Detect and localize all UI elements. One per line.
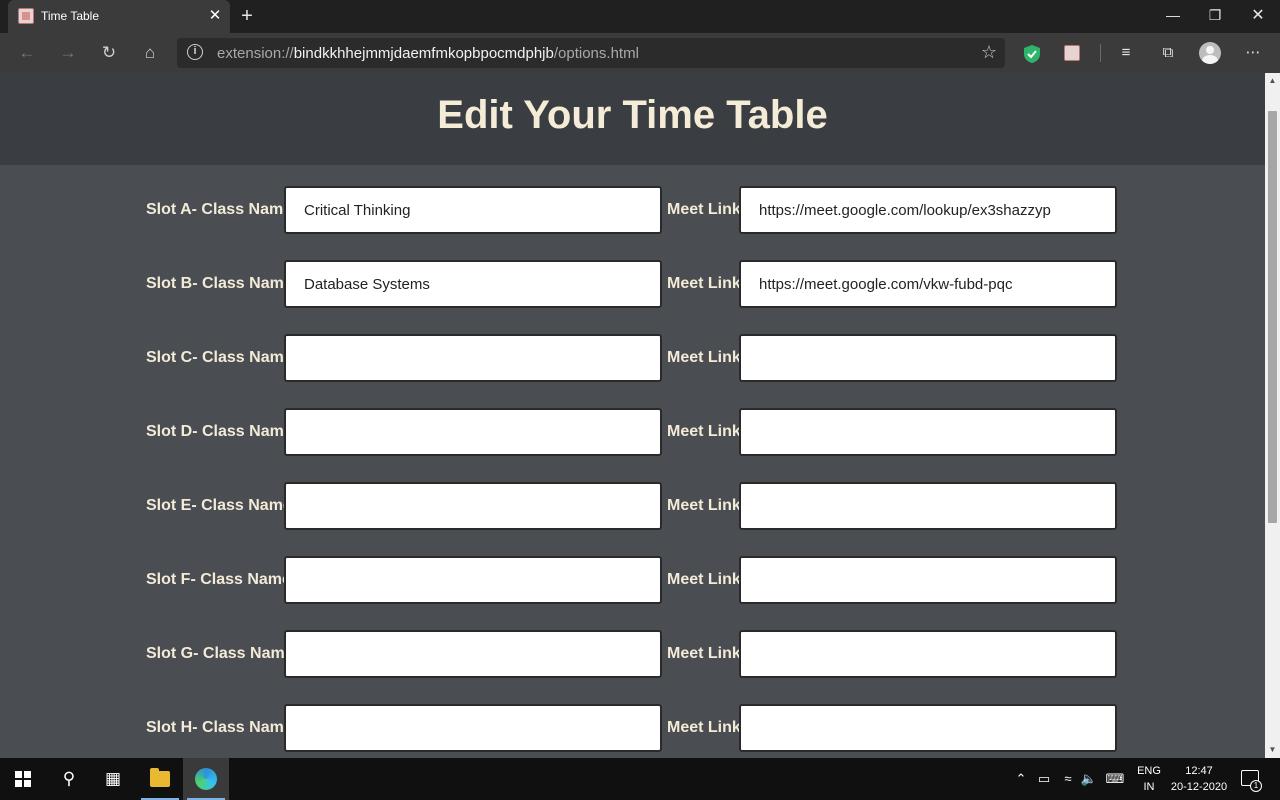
class-name-input-e[interactable] [284, 482, 662, 530]
meet-link-input-e[interactable] [739, 482, 1117, 530]
profile-avatar-icon[interactable] [1199, 42, 1221, 64]
wifi-icon[interactable]: ≈ [1058, 758, 1078, 800]
class-name-input-h[interactable] [284, 704, 662, 752]
input-language[interactable]: ENG IN [1136, 763, 1162, 795]
windows-taskbar: ⚲ ▦ ⌃ ▭ ≈ 🔈 ⌨ ENG IN 12:47 20-12-2020 1 [0, 758, 1280, 800]
slot-label: Slot A- Class Name: [146, 201, 298, 218]
url-scheme: extension:// [217, 45, 294, 62]
folder-icon [150, 768, 170, 787]
slot-row-a: Slot A- Class Name: Meet Link: [0, 186, 1265, 234]
slot-label: Slot H- Class Name: [146, 719, 299, 736]
file-explorer-button[interactable] [137, 758, 183, 800]
class-name-input-b[interactable] [284, 260, 662, 308]
tab-title: Time Table [41, 9, 100, 23]
forward-arrow-icon[interactable]: → [55, 40, 81, 66]
keyboard-icon[interactable]: ⌨ [1104, 758, 1126, 800]
home-icon[interactable]: ⌂ [137, 40, 163, 66]
meet-link-label: Meet Link: [667, 349, 747, 366]
notification-count-badge: 1 [1250, 780, 1262, 792]
class-name-input-f[interactable] [284, 556, 662, 604]
meet-link-input-f[interactable] [739, 556, 1117, 604]
battery-icon[interactable]: ▭ [1034, 758, 1054, 800]
navigation-bar: ← → ↻ ⌂ i extension://bindkkhhejmmjdaemf… [0, 33, 1280, 73]
slot-label: Slot G- Class Name: [146, 645, 299, 662]
extension-favicon-icon [18, 8, 34, 24]
search-icon[interactable]: ⚲ [46, 758, 92, 800]
tab-time-table[interactable]: Time Table ✕ [8, 0, 230, 33]
title-bar: Time Table ✕ + — ❐ ✕ [0, 0, 1280, 33]
language-code: ENG [1137, 765, 1161, 777]
scroll-down-icon[interactable]: ▼ [1265, 742, 1280, 758]
slot-row-h: Slot H- Class Name: Meet Link: [0, 704, 1265, 752]
info-icon[interactable]: i [187, 44, 203, 60]
page-header: Edit Your Time Table [0, 73, 1265, 165]
slot-label: Slot E- Class Name: [146, 497, 298, 514]
meet-link-label: Meet Link: [667, 645, 747, 662]
windows-logo-icon [15, 771, 31, 787]
refresh-icon[interactable]: ↻ [96, 40, 122, 66]
meet-link-input-g[interactable] [739, 630, 1117, 678]
class-name-input-c[interactable] [284, 334, 662, 382]
class-name-input-a[interactable] [284, 186, 662, 234]
slot-label: Slot C- Class Name: [146, 349, 299, 366]
back-arrow-icon[interactable]: ← [14, 40, 40, 66]
collections-icon[interactable]: ⧉ [1156, 41, 1180, 65]
meet-link-input-d[interactable] [739, 408, 1117, 456]
slot-row-d: Slot D- Class Name: Meet Link: [0, 408, 1265, 456]
meet-link-input-h[interactable] [739, 704, 1117, 752]
scrollbar-thumb[interactable] [1268, 111, 1277, 523]
meet-link-input-b[interactable] [739, 260, 1117, 308]
start-button[interactable] [0, 758, 46, 800]
close-tab-icon[interactable]: ✕ [206, 7, 224, 25]
meet-link-label: Meet Link: [667, 201, 747, 218]
chevron-up-icon[interactable]: ⌃ [1012, 758, 1030, 800]
timetable-extension-icon[interactable] [1064, 45, 1080, 61]
more-menu-icon[interactable]: ⋯ [1241, 41, 1265, 65]
volume-icon[interactable]: 🔈 [1080, 758, 1098, 800]
clock-time: 12:47 [1185, 765, 1213, 777]
address-bar[interactable]: i extension://bindkkhhejmmjdaemfmkopbpoc… [177, 38, 1005, 68]
page-scrollbar[interactable]: ▲ ▼ [1265, 73, 1280, 758]
slot-label: Slot F- Class Name: [146, 571, 297, 588]
close-window-button[interactable]: ✕ [1235, 0, 1280, 33]
system-clock[interactable]: 12:47 20-12-2020 [1166, 763, 1232, 795]
url-path: /options.html [553, 45, 639, 62]
new-tab-button[interactable]: + [236, 5, 258, 27]
slot-row-e: Slot E- Class Name: Meet Link: [0, 482, 1265, 530]
slot-row-g: Slot G- Class Name: Meet Link: [0, 630, 1265, 678]
meet-link-input-a[interactable] [739, 186, 1117, 234]
slot-label: Slot D- Class Name: [146, 423, 299, 440]
meet-link-label: Meet Link: [667, 571, 747, 588]
slot-label: Slot B- Class Name: [146, 275, 299, 292]
scroll-up-icon[interactable]: ▲ [1265, 73, 1280, 89]
reading-list-icon[interactable]: ≡ [1114, 41, 1138, 65]
minimize-window-button[interactable]: — [1150, 0, 1196, 33]
page-title: Edit Your Time Table [437, 93, 828, 137]
edge-icon [195, 768, 217, 790]
favorite-star-icon[interactable]: ☆ [981, 42, 997, 63]
toolbar-separator [1100, 44, 1101, 62]
restore-window-button[interactable]: ❐ [1192, 0, 1238, 33]
meet-link-input-c[interactable] [739, 334, 1117, 382]
url-host: bindkkhhejmmjdaemfmkopbpocmdphjb [293, 45, 554, 62]
edge-browser-button[interactable] [183, 758, 229, 800]
meet-link-label: Meet Link: [667, 497, 747, 514]
meet-link-label: Meet Link: [667, 275, 747, 292]
task-view-icon[interactable]: ▦ [90, 758, 136, 800]
meet-link-label: Meet Link: [667, 719, 747, 736]
shield-extension-icon[interactable] [1023, 44, 1043, 64]
options-page: Edit Your Time Table Slot A- Class Name:… [0, 73, 1265, 758]
class-name-input-g[interactable] [284, 630, 662, 678]
class-name-input-d[interactable] [284, 408, 662, 456]
slot-row-c: Slot C- Class Name: Meet Link: [0, 334, 1265, 382]
meet-link-label: Meet Link: [667, 423, 747, 440]
region-code: IN [1143, 781, 1155, 793]
slot-row-f: Slot F- Class Name: Meet Link: [0, 556, 1265, 604]
clock-date: 20-12-2020 [1170, 781, 1228, 793]
url-text: extension://bindkkhhejmmjdaemfmkopbpocmd… [217, 45, 639, 62]
slot-row-b: Slot B- Class Name: Meet Link: [0, 260, 1265, 308]
